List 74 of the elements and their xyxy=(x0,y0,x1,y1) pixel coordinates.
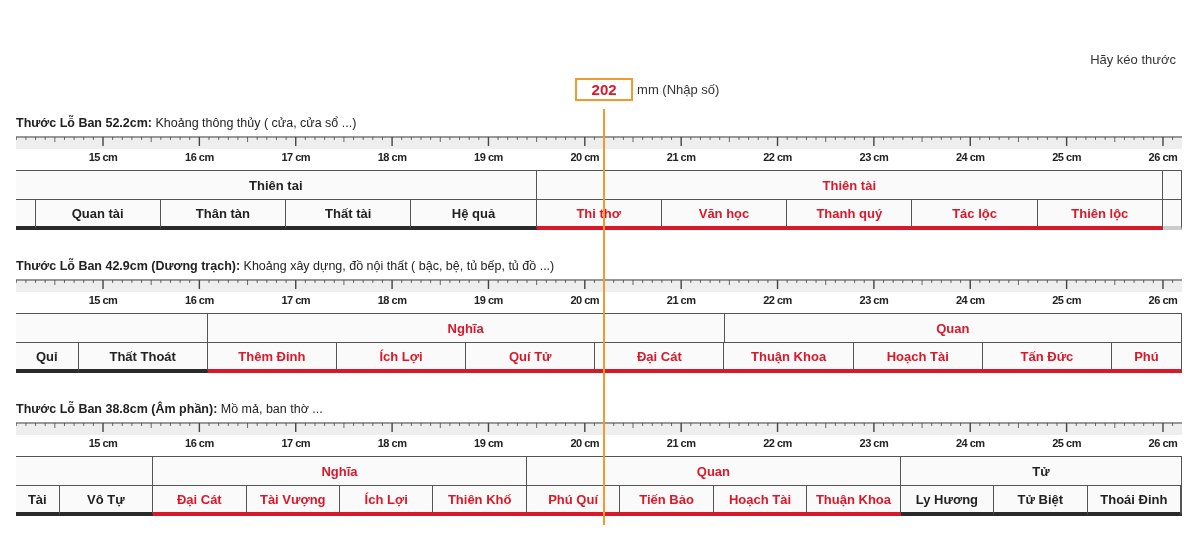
tick-label: 25 cm xyxy=(1052,294,1081,306)
ruler-cell: Tài Vượng xyxy=(246,486,340,516)
tick-label: 16 cm xyxy=(185,437,214,449)
ruler-cell: Hoạch Tài xyxy=(853,343,983,373)
tick-label: 19 cm xyxy=(474,151,503,163)
tick-label: 25 cm xyxy=(1052,437,1081,449)
tick-label: 22 cm xyxy=(763,294,792,306)
tick-label: 22 cm xyxy=(763,151,792,163)
tick-label: 21 cm xyxy=(666,437,696,449)
unit-label: mm (Nhập số) xyxy=(637,82,720,97)
ruler-cell: Văn học xyxy=(661,200,788,230)
ruler-ticks-drawing[interactable] xyxy=(16,422,1182,435)
ruler-ticks-drawing[interactable] xyxy=(16,136,1182,149)
ruler-cell: Tiến Bảo xyxy=(620,486,714,516)
ruler-cell: Thuận Khoa xyxy=(724,343,854,373)
ruler-cell: Thanh quý xyxy=(787,200,913,230)
ruler-title: Thước Lỗ Ban 38.8cm (Âm phần): Mồ mả, ban thờ ... xyxy=(16,402,324,418)
tick-label: 16 cm xyxy=(185,151,214,163)
length-input-field[interactable]: 202 xyxy=(575,78,634,101)
tick-label: 16 cm xyxy=(185,294,214,306)
ruler-cell: Tài xyxy=(16,486,60,516)
ruler-cell: Quỉ xyxy=(16,343,79,373)
ruler-ticks-drawing[interactable] xyxy=(16,279,1182,292)
tick-label: 15 cm xyxy=(88,294,118,306)
tick-label: 22 cm xyxy=(763,437,792,449)
tick-label: 18 cm xyxy=(377,151,407,163)
tick-label: 19 cm xyxy=(474,294,503,306)
tick-label: 20 cm xyxy=(570,437,600,449)
tick-label: 26 cm xyxy=(1148,151,1178,163)
tick-label: 21 cm xyxy=(666,151,696,163)
ruler-cell: Thiên Khố xyxy=(433,486,527,516)
tick-label: 17 cm xyxy=(281,437,311,449)
ruler-cell: Tử Biệt xyxy=(994,486,1088,516)
ruler-cell: Đại Cát xyxy=(153,486,247,516)
drag-hint: Hãy kéo thước xyxy=(1090,52,1176,69)
tick-label: 20 cm xyxy=(570,294,600,306)
ruler-cell: Hệ quả xyxy=(411,200,537,230)
ruler-cell: Hoạch Tài xyxy=(713,486,808,516)
ruler-cell: Ích Lợi xyxy=(340,486,434,516)
ruler-cell: Thiên lộc xyxy=(1037,200,1163,230)
tick-label: 23 cm xyxy=(859,294,889,306)
tick-label: 20 cm xyxy=(570,151,600,163)
ruler-cell: Phú xyxy=(1112,343,1182,373)
ruler-cell: Tấn Đức xyxy=(982,343,1112,373)
ruler-cell: Vô Tự xyxy=(59,486,154,516)
tick-label: 26 cm xyxy=(1148,294,1178,306)
ruler-cell: Quan tài xyxy=(35,200,161,230)
tick-label: 26 cm xyxy=(1148,437,1178,449)
ruler-cell: Quí Tử xyxy=(466,343,596,373)
ruler-cell: Thoái Đinh xyxy=(1087,486,1182,516)
ruler-cell: Ly Hương xyxy=(900,486,995,516)
tick-label: 23 cm xyxy=(859,437,889,449)
ruler-cell: Thân tàn xyxy=(160,200,287,230)
ruler-cell: Ích Lợi xyxy=(336,343,467,373)
ruler-cell: Thất Thoát xyxy=(78,343,208,373)
ruler-title: Thước Lỗ Ban 52.2cm: Khoảng thông thủy ( cửa, cửa sổ ...) xyxy=(16,116,358,132)
tick-label: 15 cm xyxy=(88,151,118,163)
tick-label: 21 cm xyxy=(666,294,696,306)
tick-label: 24 cm xyxy=(955,151,985,163)
ruler-cell: Thuận Khoa xyxy=(807,486,901,516)
tick-label: 17 cm xyxy=(281,151,311,163)
tick-label: 24 cm xyxy=(955,437,985,449)
tick-label: 19 cm xyxy=(474,437,503,449)
tick-label: 17 cm xyxy=(281,294,311,306)
ruler-title: Thước Lỗ Ban 42.9cm (Dương trạch): Khoảng xây dựng, đồ nội thất ( bậc, bệ, tủ bếp, tủ đồ ...) xyxy=(16,259,556,275)
ruler-cell: Thất tài xyxy=(286,200,412,230)
ruler-cell: Tác lộc xyxy=(912,200,1038,230)
ruler-cell: Thêm Đinh xyxy=(207,343,337,373)
tick-label: 15 cm xyxy=(88,437,118,449)
tick-label: 23 cm xyxy=(859,151,889,163)
tick-label: 24 cm xyxy=(955,294,985,306)
tick-label: 25 cm xyxy=(1052,151,1081,163)
tick-label: 18 cm xyxy=(377,294,407,306)
tick-label: 18 cm xyxy=(377,437,407,449)
